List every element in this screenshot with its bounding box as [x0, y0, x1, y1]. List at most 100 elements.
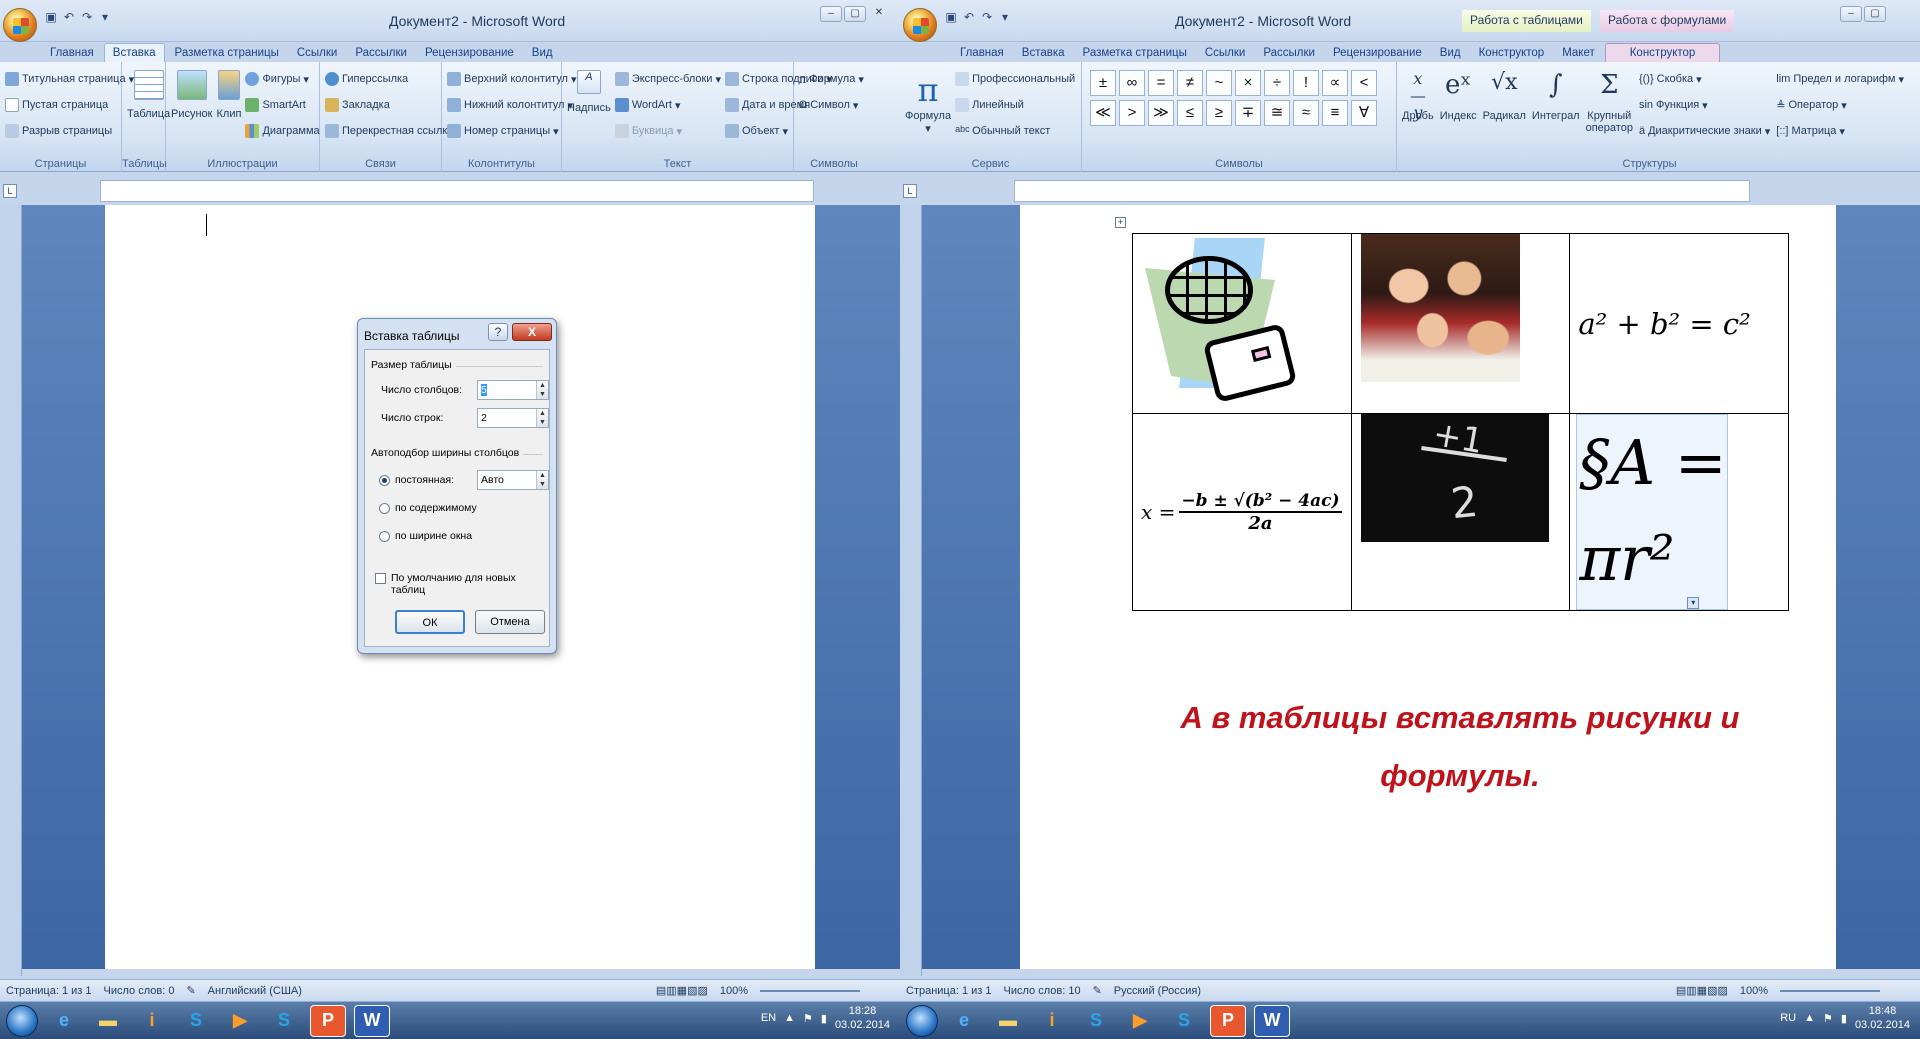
dialog-close-button[interactable]: X: [512, 323, 552, 341]
radical-button[interactable]: √x Радикал: [1483, 66, 1526, 154]
vertical-ruler[interactable]: [0, 205, 22, 976]
proofing-icon[interactable]: ✎: [1087, 984, 1108, 997]
cancel-button[interactable]: Отмена: [475, 610, 545, 634]
blank-page-button[interactable]: Пустая страница: [5, 92, 116, 118]
tab-view[interactable]: Вид: [1432, 44, 1469, 62]
clock[interactable]: 18:28 03.02.2014: [835, 1004, 890, 1032]
table-button[interactable]: Таблица: [127, 66, 170, 154]
bracket-button[interactable]: {()} Скобка ▾: [1639, 66, 1770, 92]
equation-button[interactable]: π Формула ▾: [799, 66, 869, 92]
page-count[interactable]: Страница: 1 из 1: [0, 985, 98, 997]
footer-button[interactable]: Нижний колонтитул ▾: [447, 92, 573, 118]
spinner-arrows-icon[interactable]: ▲ ▼: [536, 381, 548, 399]
symbol-much-less[interactable]: ≪: [1090, 100, 1116, 126]
equation-options-dropdown[interactable]: ▾: [1687, 597, 1700, 609]
equation-editor-box[interactable]: §A = πr² ▾: [1576, 414, 1729, 610]
skype-icon[interactable]: S: [266, 1005, 302, 1037]
symbol-greater-equal[interactable]: ≥: [1206, 100, 1232, 126]
flag-icon[interactable]: ⚑: [1823, 1012, 1833, 1025]
skype-icon[interactable]: S: [1078, 1005, 1114, 1037]
office-button[interactable]: [3, 8, 37, 42]
redo-icon[interactable]: ↷: [80, 10, 94, 24]
cover-page-button[interactable]: Титульная страница ▾: [5, 66, 134, 92]
tab-page-layout[interactable]: Разметка страницы: [1075, 44, 1195, 62]
ie-icon[interactable]: e: [46, 1005, 82, 1037]
undo-icon[interactable]: ↶: [62, 10, 76, 24]
symbol-congruent[interactable]: ≅: [1264, 100, 1290, 126]
ie-icon[interactable]: e: [946, 1005, 982, 1037]
symbol-times[interactable]: ×: [1235, 70, 1261, 96]
input-language[interactable]: RU: [1780, 1012, 1796, 1024]
normal-text-button[interactable]: abc Обычный текст: [955, 118, 1075, 144]
symbol-greater[interactable]: >: [1119, 100, 1145, 126]
function-button[interactable]: sin Функция ▾: [1639, 92, 1770, 118]
symbol-plus-minus[interactable]: ±: [1090, 70, 1116, 96]
shapes-button[interactable]: Фигуры ▾: [245, 66, 319, 92]
fixed-width-spinner[interactable]: Авто ▲ ▼: [477, 470, 549, 490]
word-count[interactable]: Число слов: 0: [98, 985, 181, 997]
maximize-button[interactable]: ▢: [844, 6, 866, 22]
symbol-proportional[interactable]: ∝: [1322, 70, 1348, 96]
network-icon[interactable]: ▮: [1841, 1012, 1847, 1025]
tab-references[interactable]: Ссылки: [289, 44, 346, 62]
page-count[interactable]: Страница: 1 из 1: [900, 985, 998, 997]
fraction-button[interactable]: x — y Дробь: [1402, 66, 1434, 154]
skype-icon[interactable]: S: [1166, 1005, 1202, 1037]
limit-log-button[interactable]: lim Предел и логарифм ▾: [1776, 66, 1904, 92]
wordart-button[interactable]: WordArt ▾: [614, 92, 721, 118]
tray-arrow-icon[interactable]: ▲: [1804, 1012, 1815, 1024]
table-move-handle-icon[interactable]: +: [1115, 217, 1126, 228]
linear-button[interactable]: Линейный: [955, 92, 1075, 118]
symbol-tilde[interactable]: ~: [1206, 70, 1232, 96]
maximize-button[interactable]: ▢: [1864, 6, 1886, 22]
skype-icon[interactable]: S: [178, 1005, 214, 1037]
tab-table-layout[interactable]: Макет: [1554, 44, 1603, 62]
customize-qat-icon[interactable]: ▾: [998, 10, 1012, 24]
table-cell[interactable]: §A = πr² ▾: [1569, 413, 1789, 611]
quick-parts-button[interactable]: Экспресс-блоки ▾: [614, 66, 721, 92]
info-icon[interactable]: i: [134, 1005, 170, 1037]
tab-mailings[interactable]: Рассылки: [1255, 44, 1323, 62]
flag-icon[interactable]: ⚑: [803, 1012, 813, 1025]
horizontal-ruler[interactable]: [100, 180, 814, 202]
word-icon[interactable]: W: [354, 1004, 390, 1037]
ok-button[interactable]: ОК: [395, 610, 465, 634]
info-icon[interactable]: i: [1034, 1005, 1070, 1037]
media-player-icon[interactable]: ▶: [1122, 1005, 1158, 1037]
page-number-button[interactable]: Номер страницы ▾: [447, 118, 559, 144]
professional-button[interactable]: Профессиональный: [955, 66, 1075, 92]
dropcap-button[interactable]: Буквица ▾: [614, 118, 721, 144]
undo-icon[interactable]: ↶: [962, 10, 976, 24]
clock[interactable]: 18:48 03.02.2014: [1855, 1004, 1910, 1032]
clipart-button[interactable]: Клип: [217, 66, 241, 154]
tab-home[interactable]: Главная: [42, 44, 102, 62]
script-button[interactable]: eˣ Индекс: [1440, 66, 1477, 154]
word-icon[interactable]: W: [1254, 1004, 1290, 1037]
table-cell[interactable]: [1350, 233, 1571, 414]
autofit-content-radio[interactable]: [379, 503, 390, 514]
rows-spinner[interactable]: 2 ▲ ▼: [477, 408, 549, 428]
autofit-window-radio[interactable]: [379, 531, 390, 542]
default-checkbox[interactable]: [375, 573, 386, 584]
symbol-less-equal[interactable]: ≤: [1177, 100, 1203, 126]
start-button[interactable]: [906, 1004, 938, 1037]
media-player-icon[interactable]: ▶: [222, 1005, 258, 1037]
input-language[interactable]: EN: [761, 1012, 776, 1024]
symbol-less[interactable]: <: [1351, 70, 1377, 96]
textbox-button[interactable]: A Надпись: [567, 66, 611, 154]
tab-review[interactable]: Рецензирование: [417, 44, 522, 62]
network-icon[interactable]: ▮: [821, 1012, 827, 1025]
tab-mailings[interactable]: Рассылки: [347, 44, 415, 62]
minimize-button[interactable]: –: [1840, 6, 1862, 22]
fixed-width-radio[interactable]: [379, 475, 390, 486]
save-icon[interactable]: ▣: [944, 10, 958, 24]
minimize-button[interactable]: –: [820, 6, 842, 22]
customize-qat-icon[interactable]: ▾: [98, 10, 112, 24]
smartart-button[interactable]: SmartArt: [245, 92, 319, 118]
symbol-approx[interactable]: ≈: [1293, 100, 1319, 126]
start-button[interactable]: [6, 1004, 38, 1037]
tray-arrow-icon[interactable]: ▲: [784, 1012, 795, 1024]
tab-review[interactable]: Рецензирование: [1325, 44, 1430, 62]
cols-spinner[interactable]: 5 ▲ ▼: [477, 380, 549, 400]
operator-button[interactable]: ≜ Оператор ▾: [1776, 92, 1904, 118]
